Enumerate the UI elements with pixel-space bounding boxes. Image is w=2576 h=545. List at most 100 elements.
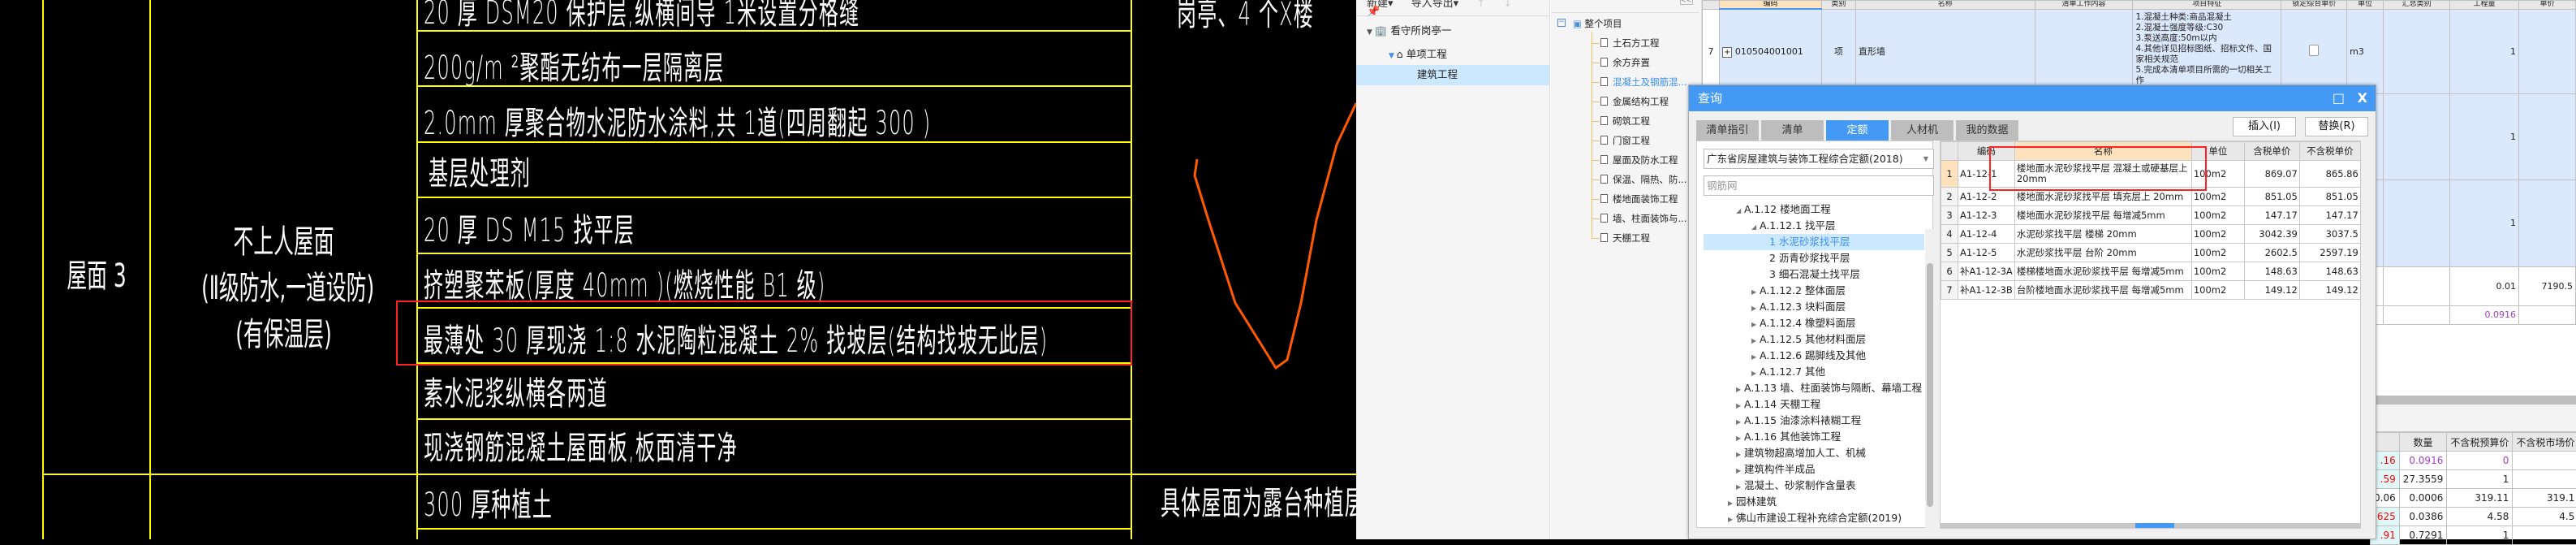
tree-node[interactable]: ▶A.1.12.2 整体面层 [1751,283,1846,301]
tree-node[interactable]: ▶建筑构件半成品 [1736,461,1816,479]
table-cell[interactable] [2513,470,2576,489]
column-header[interactable]: 单价 [2518,1,2575,10]
tree-item-project[interactable]: ▼ 🏢 看守所岗亭一 [1367,21,1451,42]
tree-node[interactable]: ▶A.1.16 其他装饰工程 [1736,429,1841,447]
quota-cell[interactable]: 1 [1941,161,1958,188]
table-row[interactable]: .5927.35591 [2371,470,2576,489]
quota-cell[interactable]: 100m2 [2191,281,2244,300]
quota-cell[interactable]: 楼地面水泥砂浆找平层 每增减5mm [2014,206,2191,225]
quota-cell[interactable]: 水泥砂浆找平层 台阶 20mm [2014,244,2191,262]
qty-cell[interactable]: 1 [2450,93,2519,180]
quota-cell[interactable]: 851.05 [2299,188,2360,206]
unit-cell[interactable]: m3 [2347,9,2384,93]
tree-node[interactable]: ▶A.1.12.3 块料面层 [1751,299,1846,317]
column-header[interactable]: 锁定综合单价 [2281,1,2347,10]
collapse-icon[interactable]: − [1557,19,1566,27]
table-cell[interactable] [2513,452,2576,470]
quota-cell[interactable]: A1-12-3 [1958,206,2015,225]
pin-icon[interactable]: 📌 [1367,6,1380,18]
tree-node[interactable]: ▶A.1.13 墙、柱面装饰与隔断、幕墙工程 [1736,380,1922,398]
quota-cell[interactable]: 4 [1941,225,1958,244]
expanded-arrow-icon[interactable]: ◢ [1751,219,1760,236]
quota-cell[interactable]: 100m2 [2191,262,2244,281]
collapsed-arrow-icon[interactable]: ▶ [1736,447,1744,463]
table-row[interactable]: 0.060.0006319.11319.1 [2371,489,2576,508]
quota-cell[interactable]: 补A1-12-3A [1958,262,2015,281]
tree-node[interactable]: ▶A.1.14 天棚工程 [1736,396,1820,414]
quota-row[interactable]: 6补A1-12-3A楼梯楼地面水泥砂浆找平层 每增减5mm100m2148.63… [1941,262,2361,281]
column-header[interactable]: 项目特征 [2133,1,2281,10]
tree-node[interactable]: ▶A.1.12.5 其他材料面层 [1751,331,1866,349]
summary-cell[interactable] [2384,9,2450,93]
column-header[interactable]: 类别 [1821,1,1855,10]
quota-cell[interactable]: 7 [1941,281,1958,300]
tree-node[interactable]: 2 沥青砂浆找平层 [1769,250,1850,266]
table-row[interactable]: 6250.03864.584.5 [2371,508,2576,526]
tree-node[interactable]: 3 细石混凝土找平层 [1769,266,1860,283]
quota-row[interactable]: 4A1-12-4水泥砂浆找平层 楼梯 20mm100m23042.393037.… [1941,225,2361,244]
move-up-icon[interactable]: ↑ [1476,0,1485,10]
table-cell[interactable]: 319.11 [2447,489,2513,508]
scrollbar-thumb[interactable] [2135,523,2174,528]
table-cell[interactable]: 4.5 [2513,508,2576,526]
tree-node[interactable]: ▶园林建筑 [1728,494,1777,512]
collapsed-arrow-icon[interactable]: ▶ [1751,365,1760,382]
collapsed-arrow-icon[interactable]: ▶ [1728,495,1736,512]
table-cell[interactable]: 1 [2447,526,2513,545]
lock-price-cell[interactable] [2281,9,2347,93]
table-cell[interactable]: 0.0006 [2399,489,2447,508]
quota-cell[interactable]: 149.12 [2299,281,2360,300]
collapsed-arrow-icon[interactable]: ▶ [1736,414,1744,430]
quota-cell[interactable]: 100m2 [2191,206,2244,225]
column-header[interactable]: 数量 [2399,433,2447,452]
insert-button[interactable]: 插入(I) [2233,117,2296,136]
table-cell[interactable]: 0.0916 [2399,452,2447,470]
collapsed-arrow-icon[interactable]: ▶ [1751,333,1760,349]
tab-1[interactable]: 清单 [1761,120,1824,141]
quota-cell[interactable]: 补A1-12-3B [1958,281,2015,300]
tab-2[interactable]: 定额 [1826,120,1889,141]
tree-node[interactable]: ◢A.1.12 楼地面工程 [1736,201,1831,219]
quota-cell[interactable]: 147.17 [2299,206,2360,225]
column-header[interactable]: 单位 [2347,1,2384,10]
section-item[interactable]: 楼地面装饰工程 [1600,191,1678,207]
quota-cell[interactable]: 851.05 [2244,188,2299,206]
move-down-icon[interactable]: ↓ [1503,0,1512,10]
qty-cell[interactable]: 1 [2450,9,2519,93]
collapsed-arrow-icon[interactable]: ▶ [1736,430,1744,447]
quota-library-select[interactable]: 广东省房屋建筑与装饰工程综合定额(2018)▼ [1704,149,1934,169]
collapsed-arrow-icon[interactable]: ▶ [1728,512,1736,528]
maximize-icon[interactable]: □ [2333,85,2345,111]
expanded-arrow-icon[interactable]: ◢ [1736,203,1744,219]
search-input[interactable]: 钢筋网 [1704,175,1934,196]
table-row[interactable]: 7 + 010504001001 项 直形墙 1.混凝土种类:商品混凝土 2.混… [1703,9,2576,93]
collapsed-arrow-icon[interactable]: ▶ [1736,479,1744,495]
table-cell[interactable]: 319.1 [2513,489,2576,508]
table-cell[interactable]: 0.0386 [2399,508,2447,526]
collapsed-arrow-icon[interactable]: ▶ [1751,349,1760,365]
quota-cell[interactable]: 147.17 [2244,206,2299,225]
quota-cell[interactable]: 6 [1941,262,1958,281]
features-cell[interactable]: 1.混凝土种类:商品混凝土 2.混凝土强度等级:C30 3.泵送高度:50m以内… [2133,9,2281,93]
section-item[interactable]: 金属结构工程 [1600,93,1669,110]
lock-checkbox[interactable] [2309,45,2319,56]
table-cell[interactable]: 0.7291 [2399,526,2447,545]
table-cell[interactable]: 27.3559 [2399,470,2447,489]
quota-cell[interactable]: 2597.19 [2299,244,2360,262]
tree-node[interactable]: ▶佛山市建设工程补充综合定额(2019) [1728,510,1902,528]
table-row[interactable]: .160.09160 [2371,452,2576,470]
column-header[interactable]: 编码 [1719,1,1821,10]
quota-cell[interactable]: 2602.5 [2244,244,2299,262]
section-item[interactable]: 墙、柱面装饰与... [1600,210,1686,227]
tree-node[interactable]: ◢A.1.12.1 找平层 [1751,218,1836,236]
import-export-button[interactable]: 导入导出▾ [1411,0,1459,10]
quota-cell[interactable]: 148.63 [2244,262,2299,281]
column-header[interactable]: 工程量 [2450,1,2519,10]
table-row[interactable]: .910.72911 [2371,526,2576,545]
tree-node[interactable]: ▶建筑物超高增加人工、机械 [1736,445,1866,463]
tab-3[interactable]: 人材机 [1891,120,1954,141]
collapsed-arrow-icon[interactable]: ▶ [1751,301,1760,317]
quota-cell[interactable]: 100m2 [2191,244,2244,262]
replace-button[interactable]: 替换(R) [2305,117,2368,136]
tree-node[interactable]: ▶A.1.15 油漆涂料裱糊工程 [1736,413,1861,430]
